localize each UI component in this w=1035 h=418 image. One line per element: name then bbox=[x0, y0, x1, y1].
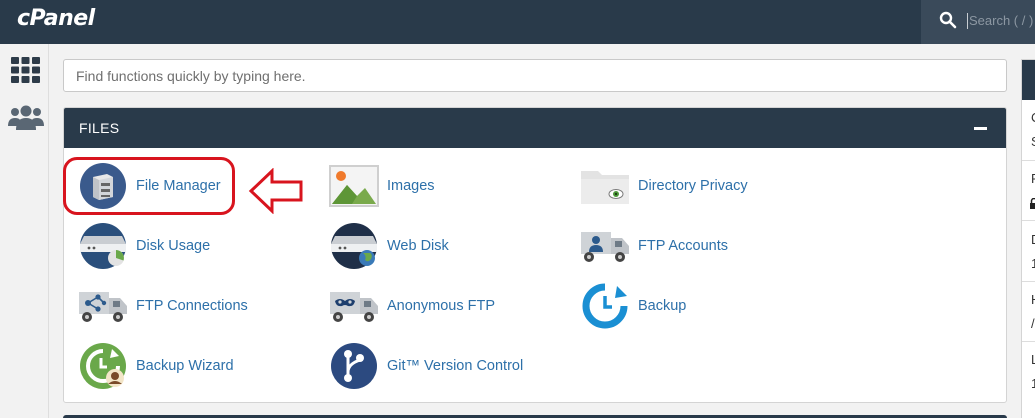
general-info-header bbox=[1022, 60, 1035, 100]
images-icon bbox=[329, 161, 379, 211]
apps-grid-icon[interactable] bbox=[11, 57, 40, 83]
info-fragment: 1 bbox=[1031, 376, 1035, 391]
backup-wizard-icon bbox=[78, 341, 128, 391]
directory-privacy-label: Directory Privacy bbox=[638, 178, 748, 194]
info-fragment: C bbox=[1031, 110, 1035, 125]
disk-usage-label: Disk Usage bbox=[136, 238, 211, 254]
top-bar: cPanel Search ( / ) bbox=[0, 0, 1035, 44]
git-version-control-icon bbox=[329, 341, 379, 391]
directory-privacy-link[interactable]: Directory Privacy bbox=[580, 161, 748, 211]
divider bbox=[1022, 160, 1035, 161]
backup-icon bbox=[580, 281, 630, 331]
divider bbox=[1022, 281, 1035, 282]
divider bbox=[1022, 220, 1035, 221]
right-sidebar: C S F D 1 H / L 1 bbox=[1019, 44, 1035, 418]
anonymous-ftp-link[interactable]: Anonymous FTP bbox=[329, 281, 495, 331]
info-fragment: S bbox=[1031, 134, 1035, 149]
annotation-highlight-box bbox=[63, 157, 235, 215]
git-version-control-link[interactable]: Git™ Version Control bbox=[329, 341, 523, 391]
files-panel-header[interactable]: FILES bbox=[64, 108, 1006, 148]
backup-label: Backup bbox=[638, 298, 687, 314]
general-info-card: C S F D 1 H / L 1 bbox=[1021, 59, 1035, 418]
main-content: FILES File Manager bbox=[49, 44, 1019, 418]
search-icon bbox=[939, 11, 957, 29]
backup-wizard-label: Backup Wizard bbox=[136, 358, 234, 374]
web-disk-icon bbox=[329, 221, 379, 271]
anonymous-ftp-icon bbox=[329, 281, 379, 331]
files-panel: FILES File Manager Images Directory Priv… bbox=[63, 107, 1007, 403]
backup-wizard-link[interactable]: Backup Wizard bbox=[78, 341, 234, 391]
ftp-connections-link[interactable]: FTP Connections bbox=[78, 281, 248, 331]
files-panel-title: FILES bbox=[79, 120, 120, 136]
ftp-accounts-link[interactable]: FTP Accounts bbox=[580, 221, 728, 271]
images-label: Images bbox=[387, 178, 435, 194]
disk-usage-link[interactable]: Disk Usage bbox=[78, 221, 210, 271]
cpanel-logo[interactable]: cPanel bbox=[17, 6, 95, 31]
anonymous-ftp-label: Anonymous FTP bbox=[387, 298, 495, 314]
directory-privacy-icon bbox=[580, 161, 630, 211]
ftp-connections-label: FTP Connections bbox=[136, 298, 248, 314]
web-disk-link[interactable]: Web Disk bbox=[329, 221, 449, 271]
ftp-connections-icon bbox=[78, 281, 128, 331]
info-fragment: L bbox=[1031, 352, 1035, 367]
backup-link[interactable]: Backup bbox=[580, 281, 686, 331]
minus-icon[interactable] bbox=[974, 127, 987, 130]
global-search[interactable]: Search ( / ) bbox=[921, 0, 1035, 44]
left-rail bbox=[0, 44, 49, 418]
annotation-arrow-icon bbox=[248, 168, 303, 214]
info-fragment: 1 bbox=[1031, 256, 1035, 271]
global-search-placeholder[interactable]: Search ( / ) bbox=[967, 13, 1033, 29]
web-disk-label: Web Disk bbox=[387, 238, 449, 254]
users-icon[interactable] bbox=[8, 104, 44, 130]
ftp-accounts-icon bbox=[580, 221, 630, 271]
info-fragment: F bbox=[1031, 171, 1035, 186]
info-fragment: H bbox=[1031, 292, 1035, 307]
images-link[interactable]: Images bbox=[329, 161, 435, 211]
ftp-accounts-label: FTP Accounts bbox=[638, 238, 728, 254]
divider bbox=[1022, 341, 1035, 342]
disk-usage-icon bbox=[78, 221, 128, 271]
info-fragment: / bbox=[1031, 316, 1035, 331]
lock-icon bbox=[1030, 198, 1035, 209]
find-functions-input[interactable] bbox=[63, 59, 1007, 92]
git-version-control-label: Git™ Version Control bbox=[387, 358, 524, 374]
info-fragment: D bbox=[1031, 232, 1035, 247]
